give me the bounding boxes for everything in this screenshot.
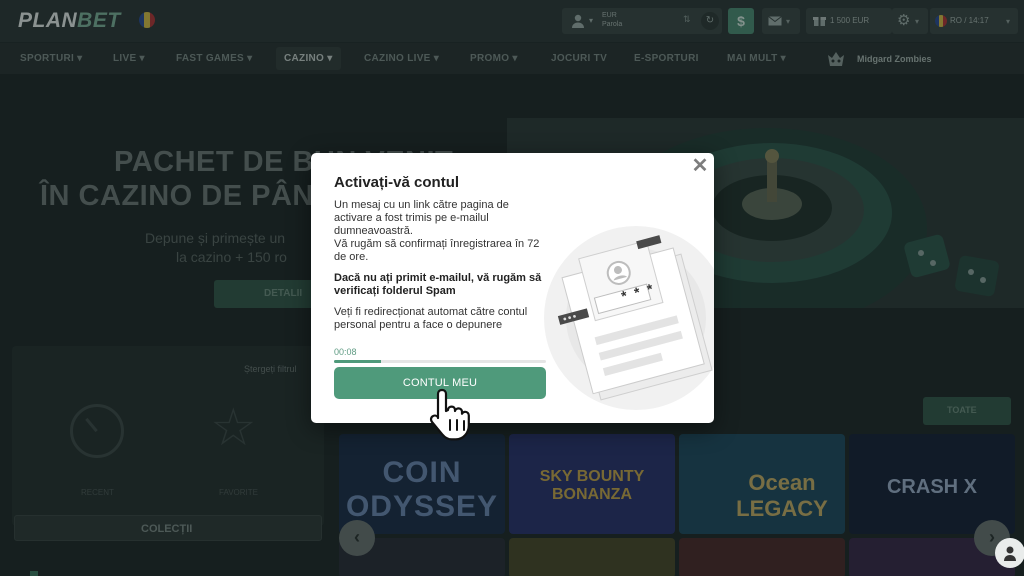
redirect-progress-bar [334,360,546,363]
redirect-progress-fill [334,360,381,363]
hand-pointer-icon [429,388,470,441]
modal-message: Un mesaj cu un link către pagina de acti… [334,199,540,263]
modal-redirect-notice: Veți fi redirecționat automat către cont… [334,306,528,331]
modal-title: Activați-vă contul [334,174,460,191]
modal-spam-notice: Dacă nu ați primit e-mailul, vă rugăm să… [334,272,542,297]
activate-account-modal: ✕ Activați-vă contul Un mesaj cu un link… [311,153,714,423]
redirect-timer: 00:08 [334,347,357,357]
close-icon[interactable]: ✕ [691,156,709,176]
chat-button[interactable] [995,538,1024,568]
email-verification-illustration [544,226,714,410]
chat-icon [1004,546,1016,561]
